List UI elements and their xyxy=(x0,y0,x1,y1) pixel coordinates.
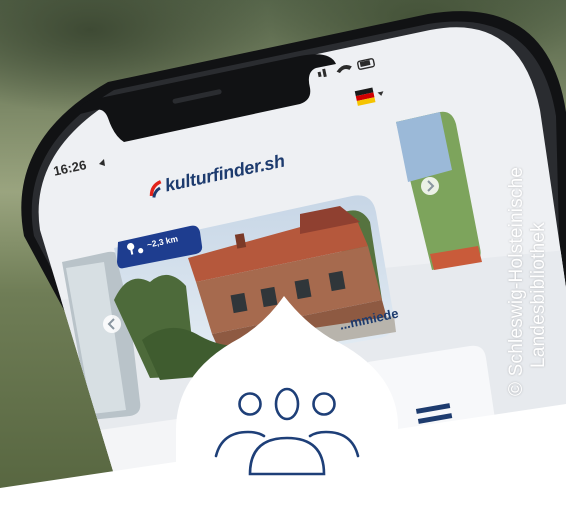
phone-photo xyxy=(0,11,566,506)
photo-credit: © Schleswig-Holsteinische Landesbiblioth… xyxy=(506,167,550,396)
photo-scene: 16:26 kulturfinder.sh ~2,3 km ...mmiede … xyxy=(0,0,566,506)
photo-credit-line2: Landesbibliothek xyxy=(528,222,549,368)
photo-credit-line1: © Schleswig-Holsteinische xyxy=(506,166,527,396)
